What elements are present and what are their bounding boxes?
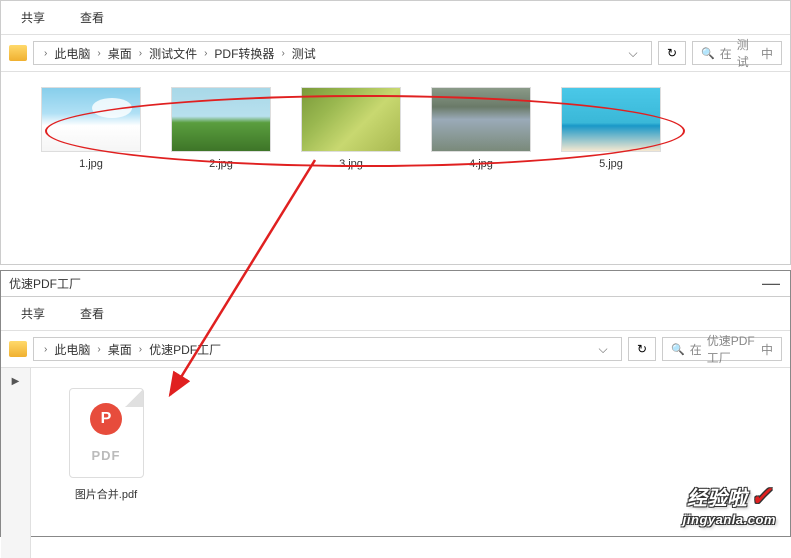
search-suffix: 中 (761, 45, 773, 62)
pdf-icon: P PDF (69, 388, 144, 478)
search-suffix: 中 (761, 341, 773, 358)
file-item[interactable]: 5.jpg (561, 87, 661, 170)
search-icon: 🔍 (671, 343, 685, 356)
breadcrumb-item[interactable]: 测试 (289, 45, 319, 62)
search-input[interactable]: 🔍 在 优速PDF工厂 中 (662, 337, 782, 361)
bottom-explorer-window: 优速PDF工厂 — 共享 查看 › 此电脑 › 桌面 › 优速PDF工厂 ⌵ ↻… (0, 270, 791, 537)
file-item[interactable]: 2.jpg (171, 87, 271, 170)
folder-icon[interactable] (9, 341, 27, 357)
file-item[interactable]: P PDF 图片合并.pdf (61, 388, 151, 502)
file-label: 1.jpg (41, 158, 141, 170)
file-item[interactable]: 3.jpg (301, 87, 401, 170)
file-label: 3.jpg (301, 158, 401, 170)
refresh-icon: ↻ (637, 342, 647, 356)
file-item[interactable]: 1.jpg (41, 87, 141, 170)
breadcrumb-item[interactable]: 桌面 (105, 341, 135, 358)
expand-nav-icon[interactable]: ▶ (1, 368, 30, 395)
tab-share[interactable]: 共享 (16, 302, 50, 325)
chevron-right-icon: › (281, 48, 284, 59)
chevron-right-icon: › (97, 48, 100, 59)
file-area[interactable]: 1.jpg 2.jpg 3.jpg 4.jpg 5.jpg (1, 72, 790, 185)
title-bar[interactable]: 优速PDF工厂 — (1, 271, 790, 297)
file-label: 4.jpg (431, 158, 531, 170)
breadcrumb-item[interactable]: 桌面 (105, 45, 135, 62)
window-title: 优速PDF工厂 (9, 275, 782, 292)
image-thumbnail (41, 87, 141, 152)
breadcrumb[interactable]: › 此电脑 › 桌面 › 优速PDF工厂 ⌵ (33, 337, 622, 361)
refresh-button[interactable]: ↻ (628, 337, 656, 361)
search-input[interactable]: 🔍 在 测试 中 (692, 41, 782, 65)
minimize-button[interactable]: — (762, 273, 780, 294)
file-label: 图片合并.pdf (61, 486, 151, 502)
tab-share[interactable]: 共享 (16, 6, 50, 29)
chevron-right-icon: › (139, 48, 142, 59)
watermark-url: jingyanla.com (683, 512, 776, 527)
chevron-right-icon: › (139, 344, 142, 355)
page-fold-icon (125, 389, 143, 407)
ribbon-tabs: 共享 查看 (1, 1, 790, 35)
tab-view[interactable]: 查看 (75, 6, 109, 29)
files-row: 1.jpg 2.jpg 3.jpg 4.jpg 5.jpg (41, 87, 750, 170)
address-bar: › 此电脑 › 桌面 › 优速PDF工厂 ⌵ ↻ 🔍 在 优速PDF工厂 中 (1, 331, 790, 368)
content-area: ▶ P PDF 图片合并.pdf (1, 368, 790, 558)
top-explorer-window: 共享 查看 › 此电脑 › 桌面 › 测试文件 › PDF转换器 › 测试 ⌵ … (0, 0, 791, 265)
address-bar: › 此电脑 › 桌面 › 测试文件 › PDF转换器 › 测试 ⌵ ↻ 🔍 在 … (1, 35, 790, 72)
search-placeholder: 在 (720, 45, 732, 62)
nav-sidebar: ▶ (1, 368, 31, 558)
search-context: 优速PDF工厂 (707, 332, 756, 366)
breadcrumb-item[interactable]: PDF转换器 (211, 45, 277, 62)
refresh-icon: ↻ (667, 46, 677, 60)
chevron-down-icon[interactable]: ⌵ (623, 41, 643, 65)
chevron-right-icon: › (44, 344, 47, 355)
pdf-type-label: PDF (92, 448, 121, 463)
search-icon: 🔍 (701, 47, 715, 60)
breadcrumb[interactable]: › 此电脑 › 桌面 › 测试文件 › PDF转换器 › 测试 ⌵ (33, 41, 652, 65)
pdf-badge-icon: P (90, 403, 122, 435)
breadcrumb-item[interactable]: 优速PDF工厂 (146, 341, 224, 358)
image-thumbnail (301, 87, 401, 152)
file-area[interactable]: P PDF 图片合并.pdf (31, 368, 790, 558)
search-placeholder: 在 (690, 341, 702, 358)
file-label: 2.jpg (171, 158, 271, 170)
tab-view[interactable]: 查看 (75, 302, 109, 325)
chevron-right-icon: › (44, 48, 47, 59)
checkmark-icon: ✓ (750, 481, 772, 511)
folder-icon[interactable] (9, 45, 27, 61)
chevron-right-icon: › (97, 344, 100, 355)
breadcrumb-item[interactable]: 测试文件 (146, 45, 200, 62)
chevron-right-icon: › (204, 48, 207, 59)
refresh-button[interactable]: ↻ (658, 41, 686, 65)
file-item[interactable]: 4.jpg (431, 87, 531, 170)
file-label: 5.jpg (561, 158, 661, 170)
breadcrumb-item[interactable]: 此电脑 (51, 341, 93, 358)
image-thumbnail (431, 87, 531, 152)
chevron-down-icon[interactable]: ⌵ (593, 337, 613, 361)
breadcrumb-item[interactable]: 此电脑 (51, 45, 93, 62)
ribbon-tabs: 共享 查看 (1, 297, 790, 331)
watermark-text: 经验啦 (687, 482, 747, 511)
search-context: 测试 (737, 36, 756, 70)
watermark: 经验啦 ✓ jingyanla.com (683, 481, 776, 527)
image-thumbnail (561, 87, 661, 152)
image-thumbnail (171, 87, 271, 152)
